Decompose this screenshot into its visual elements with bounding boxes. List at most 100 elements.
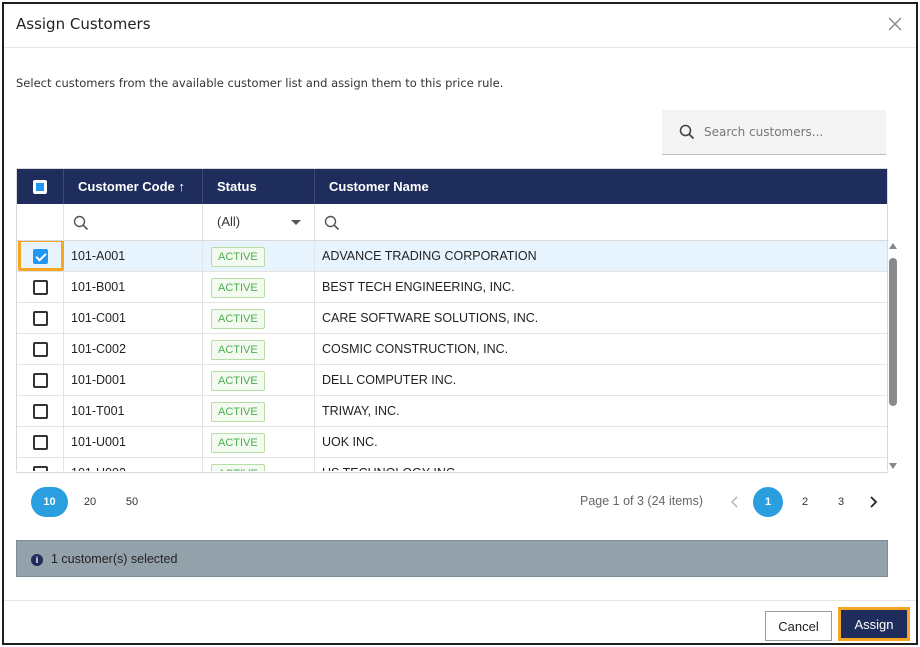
row-select-cell xyxy=(17,396,64,426)
customer-code-text: 101-T001 xyxy=(71,404,125,418)
filter-status-select[interactable]: (All) xyxy=(203,204,315,241)
cell-status: ACTIVE xyxy=(203,365,315,395)
cell-customer-name: UOK INC. xyxy=(315,427,887,457)
page-size-10[interactable]: 10 xyxy=(31,487,68,517)
column-header-customer-code[interactable]: Customer Code ↑ xyxy=(64,169,203,204)
column-header-label: Customer Code ↑ xyxy=(78,179,185,194)
column-header-status[interactable]: Status xyxy=(203,169,315,204)
close-button[interactable] xyxy=(884,13,906,35)
column-header-label: Status xyxy=(217,179,257,194)
table-row[interactable]: 101-C001 ACTIVE CARE SOFTWARE SOLUTIONS, I… xyxy=(17,303,887,334)
status-badge: ACTIVE xyxy=(211,278,265,298)
filter-customer-code[interactable] xyxy=(64,204,203,241)
status-badge: ACTIVE xyxy=(211,247,265,267)
selection-count-text: 1 customer(s) selected xyxy=(51,552,178,566)
table-row[interactable]: 101-A001 ACTIVE ADVANCE TRADING CORPORATIO… xyxy=(17,241,887,272)
grid-rows: 101-A001 ACTIVE ADVANCE TRADING CORPORATIO… xyxy=(17,241,887,471)
page-info: Page 1 of 3 (24 items) xyxy=(580,494,703,508)
status-badge: ACTIVE xyxy=(211,402,265,422)
filter-customer-name[interactable] xyxy=(315,204,887,241)
page-size-50[interactable]: 50 xyxy=(118,487,146,517)
row-checkbox[interactable] xyxy=(33,466,48,471)
scroll-up-arrow-icon[interactable] xyxy=(889,243,897,249)
column-header-label: Customer Name xyxy=(329,179,429,194)
status-badge: ACTIVE xyxy=(211,464,265,471)
table-row[interactable]: 101-U002 ACTIVE US TECHNOLOGY INC. xyxy=(17,458,887,471)
page-3-button[interactable]: 3 xyxy=(826,487,856,517)
scroll-thumb[interactable] xyxy=(889,258,897,406)
cell-customer-code: 101-U001 xyxy=(64,427,203,457)
cell-status: ACTIVE xyxy=(203,458,315,471)
cell-customer-name: TRIWAY, INC. xyxy=(315,396,887,426)
selection-info-bar: i 1 customer(s) selected xyxy=(16,540,888,577)
customer-name-text: ADVANCE TRADING CORPORATION xyxy=(322,249,537,263)
row-select-cell xyxy=(17,458,64,471)
cancel-button[interactable]: Cancel xyxy=(765,611,832,641)
customer-grid: Customer Code ↑ Status Customer Name (Al… xyxy=(16,168,888,471)
row-select-cell xyxy=(17,427,64,457)
dialog-title: Assign Customers xyxy=(16,15,151,33)
cell-customer-name: COSMIC CONSTRUCTION, INC. xyxy=(315,334,887,364)
customer-name-text: US TECHNOLOGY INC. xyxy=(322,466,458,471)
column-header-customer-name[interactable]: Customer Name xyxy=(315,169,887,204)
row-checkbox[interactable] xyxy=(33,311,48,326)
row-checkbox[interactable] xyxy=(33,373,48,388)
grid-scrollbar[interactable] xyxy=(887,241,899,471)
customer-name-text: BEST TECH ENGINEERING, INC. xyxy=(322,280,515,294)
customer-code-text: 101-B001 xyxy=(71,280,126,294)
row-select-cell xyxy=(17,303,64,333)
table-row[interactable]: 101-C002 ACTIVE COSMIC CONSTRUCTION, INC. xyxy=(17,334,887,365)
info-icon: i xyxy=(31,554,43,566)
row-select-cell xyxy=(17,334,64,364)
cell-customer-name: DELL COMPUTER INC. xyxy=(315,365,887,395)
table-row[interactable]: 101-T001 ACTIVE TRIWAY, INC. xyxy=(17,396,887,427)
status-badge: ACTIVE xyxy=(211,433,265,453)
row-checkbox[interactable] xyxy=(33,404,48,419)
page-size-20[interactable]: 20 xyxy=(76,487,104,517)
table-row[interactable]: 101-U001 ACTIVE UOK INC. xyxy=(17,427,887,458)
customer-code-text: 101-U001 xyxy=(71,435,126,449)
customer-code-text: 101-D001 xyxy=(71,373,126,387)
row-checkbox[interactable] xyxy=(33,249,48,264)
customer-name-text: TRIWAY, INC. xyxy=(322,404,400,418)
select-all-checkbox[interactable] xyxy=(33,180,47,194)
table-row[interactable]: 101-B001 ACTIVE BEST TECH ENGINEERING, INC… xyxy=(17,272,887,303)
close-icon xyxy=(888,17,902,31)
page-2-button[interactable]: 2 xyxy=(790,487,820,517)
row-checkbox[interactable] xyxy=(33,280,48,295)
cell-customer-code: 101-T001 xyxy=(64,396,203,426)
customer-name-text: CARE SOFTWARE SOLUTIONS, INC. xyxy=(322,311,539,325)
row-checkbox[interactable] xyxy=(33,342,48,357)
assign-customers-dialog: Assign Customers Select customers from t… xyxy=(2,2,918,645)
header-select-all[interactable] xyxy=(17,169,64,204)
table-row[interactable]: 101-D001 ACTIVE DELL COMPUTER INC. xyxy=(17,365,887,396)
dialog-header: Assign Customers xyxy=(4,4,916,48)
cell-customer-code: 101-B001 xyxy=(64,272,203,302)
customer-code-text: 101-C002 xyxy=(71,342,126,356)
filter-cell-select xyxy=(17,204,64,241)
assign-button[interactable]: Assign xyxy=(838,607,910,641)
filter-row: (All) xyxy=(17,204,887,241)
chevron-down-icon xyxy=(291,220,301,225)
status-badge: ACTIVE xyxy=(211,371,265,391)
search-icon xyxy=(73,215,89,231)
prev-page-button[interactable] xyxy=(724,491,746,513)
search-icon xyxy=(679,124,695,140)
next-page-button[interactable] xyxy=(862,491,884,513)
grid-header: Customer Code ↑ Status Customer Name xyxy=(17,169,887,204)
scroll-down-arrow-icon[interactable] xyxy=(889,463,897,469)
dialog-instructions: Select customers from the available cust… xyxy=(16,76,504,90)
search-input[interactable] xyxy=(704,122,874,142)
row-checkbox[interactable] xyxy=(33,435,48,450)
cell-customer-name: BEST TECH ENGINEERING, INC. xyxy=(315,272,887,302)
cell-status: ACTIVE xyxy=(203,303,315,333)
cell-customer-name: CARE SOFTWARE SOLUTIONS, INC. xyxy=(315,303,887,333)
cell-customer-name: ADVANCE TRADING CORPORATION xyxy=(315,241,887,271)
chevron-left-icon xyxy=(730,496,738,508)
page-1-button[interactable]: 1 xyxy=(753,487,783,517)
customer-name-text: DELL COMPUTER INC. xyxy=(322,373,457,387)
customer-code-text: 101-A001 xyxy=(71,249,126,263)
cell-customer-code: 101-C001 xyxy=(64,303,203,333)
status-badge: ACTIVE xyxy=(211,309,265,329)
cell-status: ACTIVE xyxy=(203,272,315,302)
